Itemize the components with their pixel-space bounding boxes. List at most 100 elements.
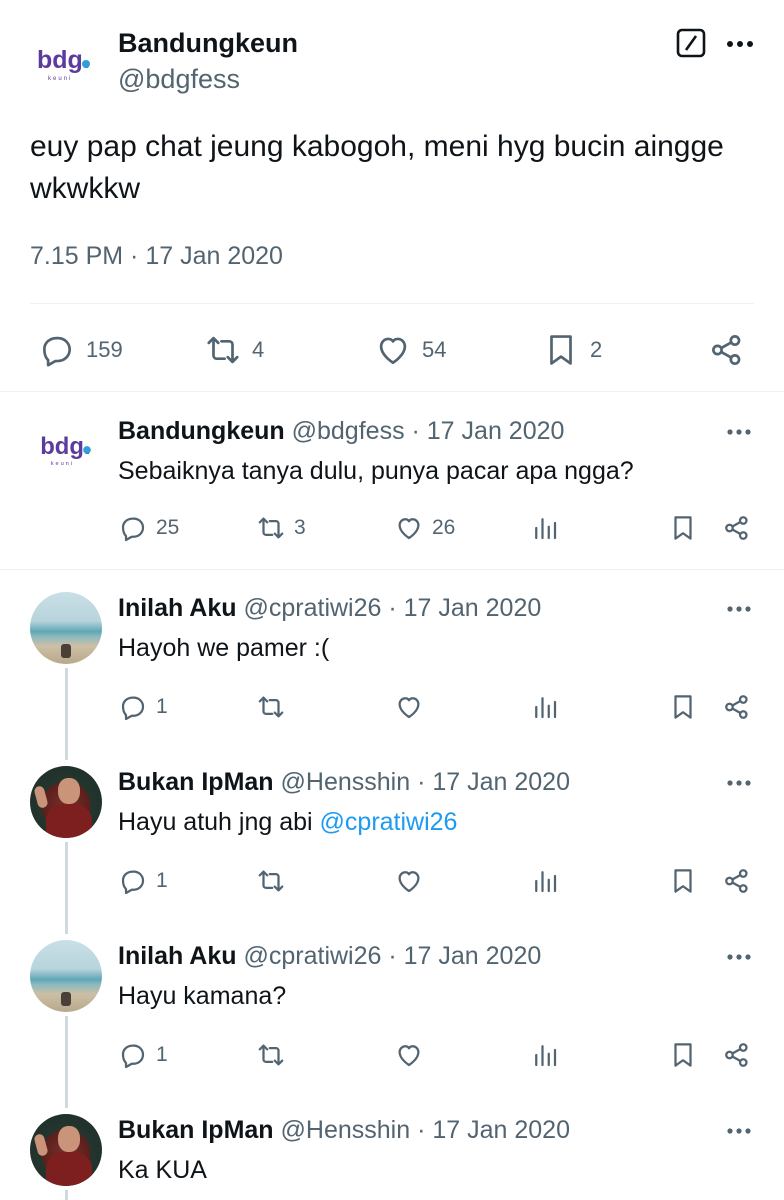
avatar[interactable]	[30, 940, 102, 1012]
author-meta[interactable]: @cpratiwi26 · 17 Jan 2020	[243, 594, 541, 622]
retweet-button[interactable]	[256, 1040, 286, 1070]
bookmark-button[interactable]	[668, 1040, 698, 1070]
reply-icon	[121, 517, 145, 542]
reply-text-body: Hayoh we pamer :(	[118, 634, 330, 662]
grok-icon[interactable]	[676, 28, 706, 58]
bookmark-icon	[550, 335, 572, 365]
avatar[interactable]	[30, 766, 102, 838]
views-button[interactable]	[530, 1040, 560, 1070]
avatar[interactable]	[30, 1114, 102, 1186]
reply-tweet[interactable]: Bukan IpMan @Hensshin · 17 Jan 2020 Ka K…	[0, 1092, 784, 1200]
tweet-timestamp[interactable]: 7.15 PM · 17 Jan 2020	[30, 242, 283, 271]
logo-text: bdg.	[40, 433, 90, 460]
more-icon[interactable]	[722, 597, 756, 621]
bookmark-button[interactable]	[668, 513, 698, 543]
author-name[interactable]: Inilah Aku	[118, 594, 237, 622]
retweet-button[interactable]	[256, 866, 286, 896]
more-icon[interactable]	[722, 30, 758, 58]
retweet-button[interactable]: 3	[256, 513, 306, 543]
author-name[interactable]: Bukan IpMan	[118, 1116, 274, 1144]
bookmark-icon	[674, 1043, 692, 1067]
author-name[interactable]: Inilah Aku	[118, 942, 237, 970]
reply-text-body: Ka KUA	[118, 1156, 207, 1184]
mention-link[interactable]: @cpratiwi26	[320, 808, 458, 836]
retweet-icon	[258, 1044, 284, 1066]
bookmark-button[interactable]	[668, 692, 698, 722]
author-name[interactable]: Bukan IpMan	[118, 768, 274, 796]
reply-icon	[121, 696, 145, 721]
reply-button[interactable]: 1	[118, 866, 168, 896]
heart-icon	[398, 518, 420, 540]
reply-header: Bukan IpMan @Hensshin · 17 Jan 2020	[118, 768, 570, 797]
like-button[interactable]: 54	[374, 331, 446, 369]
share-button[interactable]	[722, 692, 752, 722]
reply-icon	[121, 1044, 145, 1069]
bookmark-icon	[674, 516, 692, 540]
share-icon	[725, 695, 748, 719]
reply-count: 25	[156, 516, 180, 539]
views-button[interactable]	[530, 866, 560, 896]
more-icon[interactable]	[722, 945, 756, 969]
heart-icon	[398, 871, 420, 893]
heart-icon	[379, 337, 407, 365]
author-meta[interactable]: @Hensshin · 17 Jan 2020	[281, 1116, 570, 1144]
more-icon[interactable]	[722, 420, 756, 444]
like-button[interactable]	[394, 1040, 424, 1070]
share-button[interactable]	[722, 1040, 752, 1070]
like-button[interactable]: 26	[394, 513, 455, 543]
like-count: 26	[432, 516, 456, 539]
bookmark-count: 2	[590, 337, 603, 362]
retweet-icon	[258, 870, 284, 892]
reply-count: 1	[156, 695, 168, 718]
bookmark-button[interactable]: 2	[542, 331, 602, 369]
avatar[interactable]	[30, 592, 102, 664]
reply-button[interactable]: 1	[118, 1040, 168, 1070]
reply-button[interactable]: 1	[118, 692, 168, 722]
views-button[interactable]	[530, 513, 560, 543]
reply-text: Hayu kamana?	[118, 982, 286, 1011]
reply-button[interactable]: 159	[38, 331, 123, 369]
author-meta[interactable]: @cpratiwi26 · 17 Jan 2020	[243, 942, 541, 970]
author-meta[interactable]: @Hensshin · 17 Jan 2020	[281, 768, 570, 796]
divider	[30, 303, 754, 304]
author-handle[interactable]: @bdgfess	[118, 64, 240, 95]
bookmark-icon	[674, 695, 692, 719]
reply-count: 1	[156, 1043, 168, 1066]
views-button[interactable]	[530, 692, 560, 722]
author-name[interactable]: Bandungkeun	[118, 417, 285, 445]
logo-text: bdg.	[37, 46, 90, 74]
retweet-count: 4	[252, 337, 265, 362]
like-count: 54	[422, 337, 447, 362]
analytics-icon	[535, 871, 557, 893]
like-button[interactable]	[394, 866, 424, 896]
reply-text-body: Hayu atuh jng abi	[118, 808, 320, 836]
heart-icon	[398, 1045, 420, 1067]
retweet-button[interactable]: 4	[204, 331, 264, 369]
more-icon[interactable]	[722, 1119, 756, 1143]
like-button[interactable]	[394, 692, 424, 722]
author-name[interactable]: Bandungkeun	[118, 28, 298, 59]
share-button[interactable]	[722, 866, 752, 896]
more-icon[interactable]	[722, 771, 756, 795]
reply-tweet[interactable]: Bukan IpMan @Hensshin · 17 Jan 2020 Hayu…	[0, 744, 784, 918]
reply-header: Bukan IpMan @Hensshin · 17 Jan 2020	[118, 1116, 570, 1145]
retweet-button[interactable]	[256, 692, 286, 722]
avatar[interactable]: bdg. keuni	[30, 413, 102, 485]
share-button[interactable]	[708, 331, 746, 369]
reply-button[interactable]: 25	[118, 513, 179, 543]
bookmark-button[interactable]	[668, 866, 698, 896]
reply-count: 1	[156, 869, 168, 892]
reply-tweet[interactable]: Inilah Aku @cpratiwi26 · 17 Jan 2020 Hay…	[0, 918, 784, 1092]
author-meta[interactable]: @bdgfess · 17 Jan 2020	[292, 417, 565, 445]
reply-tweet[interactable]: bdg. keuni Bandungkeun @bdgfess · 17 Jan…	[0, 393, 784, 569]
avatar[interactable]: bdg. keuni	[26, 25, 102, 101]
share-icon	[725, 1043, 748, 1067]
tweet-text: euy pap chat jeung kabogoh, meni hyg buc…	[30, 130, 724, 205]
retweet-icon	[207, 336, 239, 364]
bookmark-icon	[674, 869, 692, 893]
reply-header: Inilah Aku @cpratiwi26 · 17 Jan 2020	[118, 594, 541, 623]
reply-text-body: Hayu kamana?	[118, 982, 287, 1010]
logo-subtext: keuni	[48, 76, 72, 82]
share-button[interactable]	[722, 513, 752, 543]
reply-tweet[interactable]: Inilah Aku @cpratiwi26 · 17 Jan 2020 Hay…	[0, 570, 784, 744]
